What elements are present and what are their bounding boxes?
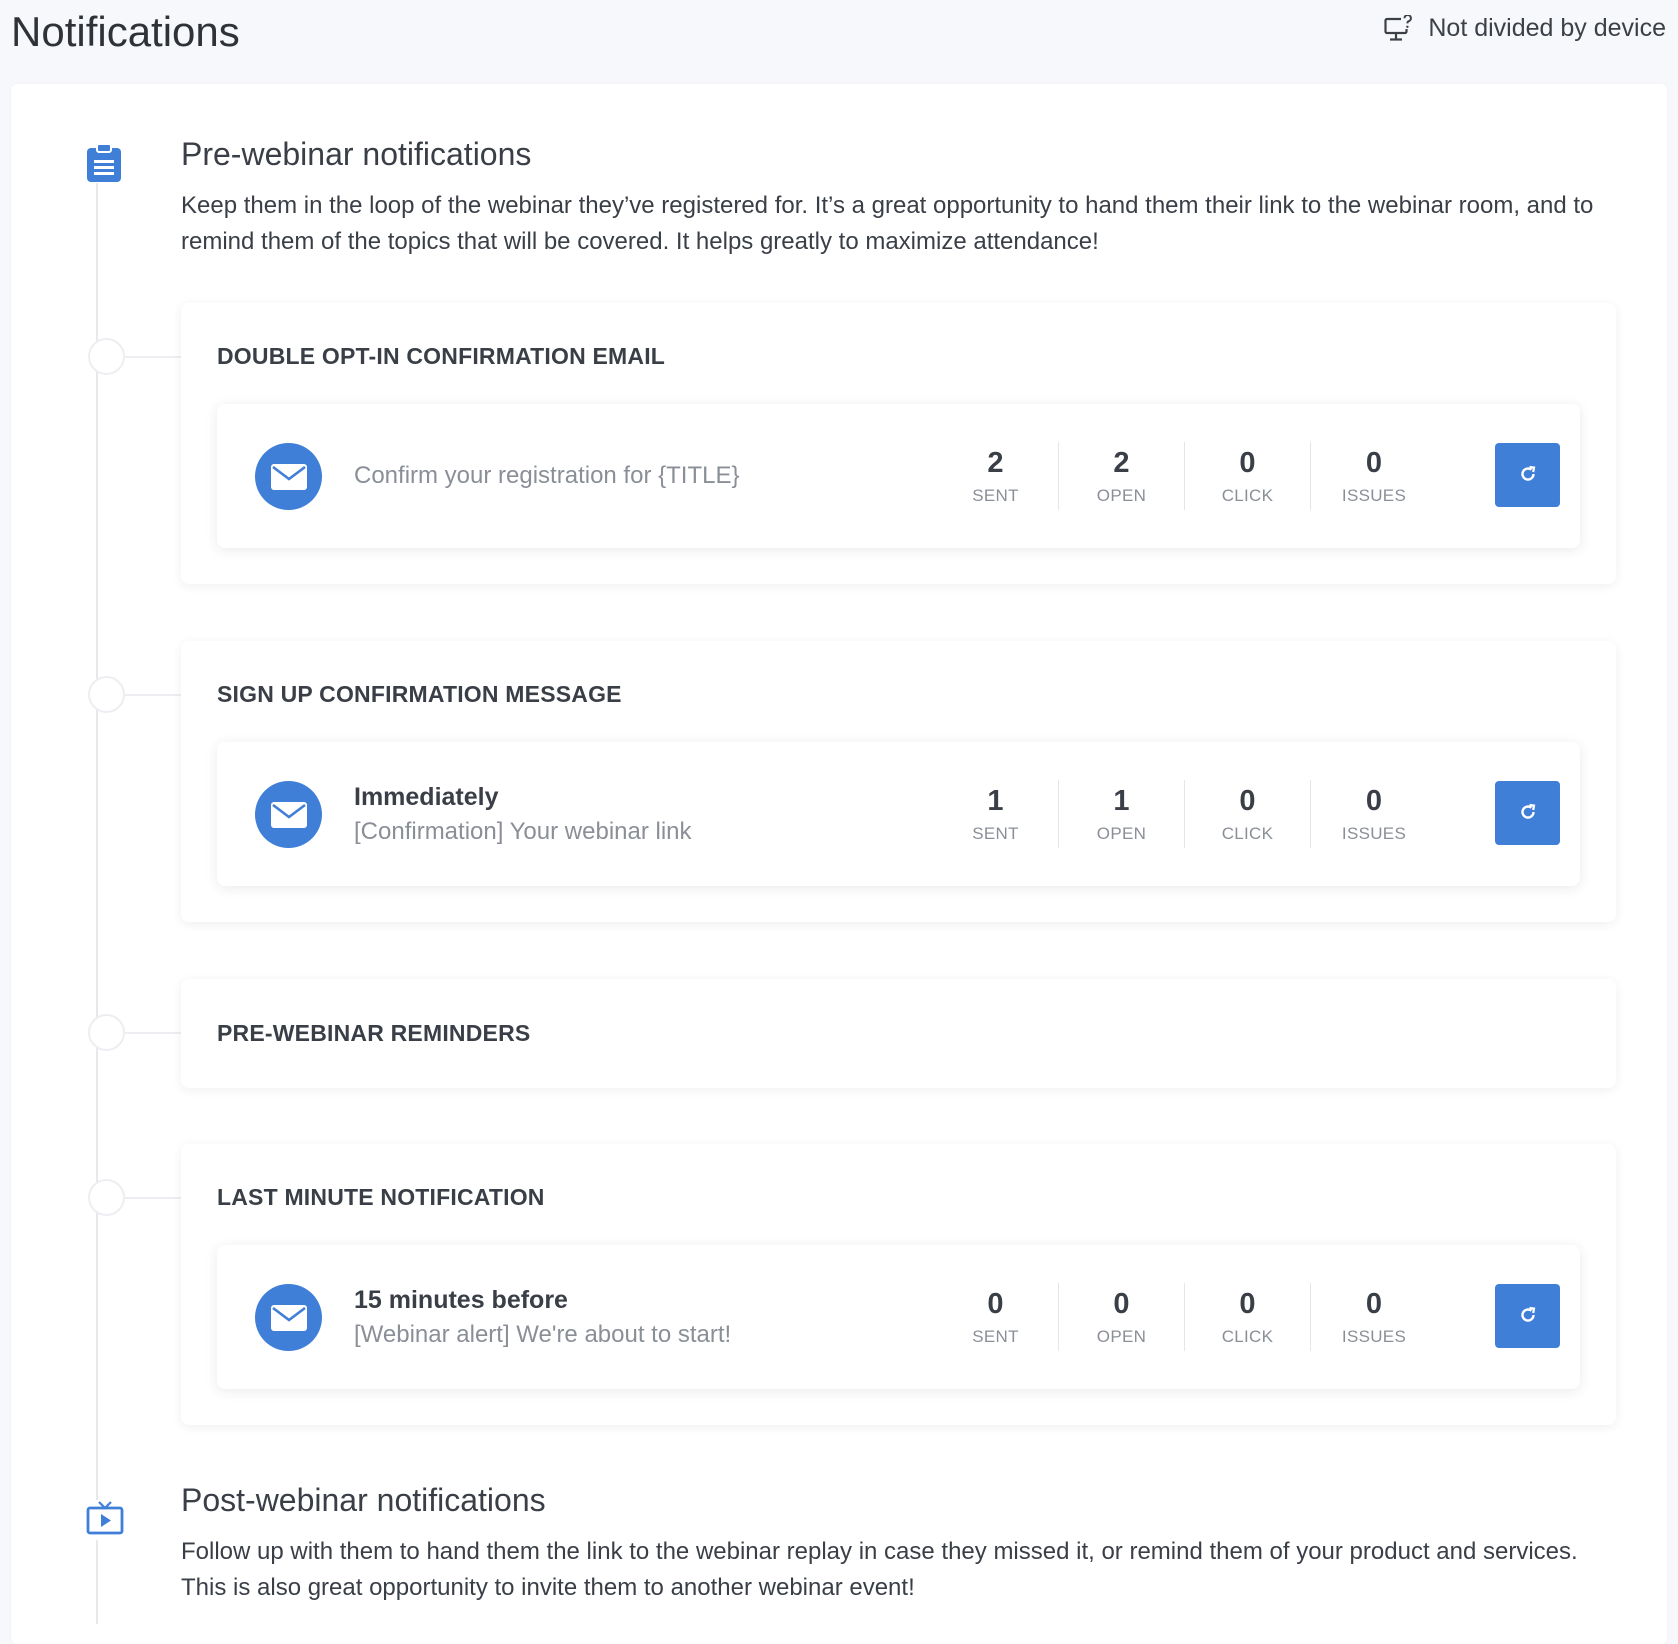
timeline-connector — [124, 694, 181, 696]
card-title: DOUBLE OPT-IN CONFIRMATION EMAIL — [217, 343, 666, 369]
refresh-icon — [1518, 464, 1538, 487]
stat-value: 0 — [1239, 1288, 1256, 1320]
stat-label: OPEN — [1096, 486, 1147, 505]
timeline-connector — [124, 1197, 181, 1199]
stat-label: CLICK — [1221, 824, 1274, 843]
last-minute-notification-card: LAST MINUTE NOTIFICATION 15 minutes befo… — [181, 1144, 1616, 1425]
send-timing: 15 minutes before — [354, 1285, 568, 1314]
notification-row[interactable]: 15 minutes before [Webinar alert] We're … — [217, 1245, 1580, 1389]
stat-value: 1 — [1113, 785, 1130, 817]
refresh-icon — [1518, 802, 1538, 825]
notification-row[interactable]: Immediately [Confirmation] Your webinar … — [217, 742, 1580, 886]
stat-click: 0 CLICK — [1185, 1283, 1311, 1351]
stat-label: OPEN — [1096, 824, 1147, 843]
stat-click: 0 CLICK — [1185, 442, 1311, 510]
stat-label: CLICK — [1221, 486, 1274, 505]
post-webinar-description: Follow up with them to hand them the lin… — [181, 1538, 1578, 1601]
stat-label: ISSUES — [1341, 1327, 1407, 1346]
sign-up-confirmation-card: SIGN UP CONFIRMATION MESSAGE Immediately… — [181, 641, 1616, 922]
stat-value: 0 — [987, 1288, 1004, 1320]
stat-value: 1 — [987, 785, 1004, 817]
card-title: PRE-WEBINAR REMINDERS — [217, 1020, 531, 1046]
timeline-connector — [124, 356, 181, 358]
tv-play-icon — [86, 1500, 126, 1540]
top-bar: Notifications Not divided by device — [0, 0, 1678, 82]
envelope-icon — [255, 443, 322, 510]
stat-label: ISSUES — [1341, 486, 1407, 505]
stat-click: 0 CLICK — [1185, 780, 1311, 848]
stat-label: SENT — [972, 824, 1019, 843]
stat-value: 2 — [1113, 447, 1130, 479]
stats-group: 1 SENT 1 OPEN 0 CLICK 0 ISSUES — [933, 780, 1437, 848]
row-text: 15 minutes before [Webinar alert] We're … — [354, 1245, 731, 1389]
stat-value: 2 — [987, 447, 1004, 479]
stat-label: CLICK — [1221, 1327, 1274, 1346]
pre-webinar-title: Pre-webinar notifications — [181, 136, 532, 172]
timeline-node — [88, 338, 125, 375]
stat-value: 0 — [1365, 1288, 1383, 1320]
envelope-icon — [255, 1284, 322, 1351]
clipboard-icon — [86, 143, 126, 183]
stat-issues: 0 ISSUES — [1311, 442, 1437, 510]
refresh-button[interactable] — [1495, 443, 1560, 507]
card-title: SIGN UP CONFIRMATION MESSAGE — [217, 681, 622, 707]
stat-label: SENT — [972, 1327, 1019, 1346]
send-timing: Immediately — [354, 782, 499, 811]
notification-row[interactable]: Confirm your registration for {TITLE} 2 S… — [217, 404, 1580, 548]
stat-value: 0 — [1239, 785, 1256, 817]
device-toggle-label: Not divided by device — [1428, 14, 1666, 42]
email-subject: Confirm your registration for {TITLE} — [354, 462, 740, 489]
stat-label: OPEN — [1096, 1327, 1147, 1346]
stats-group: 2 SENT 2 OPEN 0 CLICK 0 ISSUES — [933, 442, 1437, 510]
refresh-icon — [1518, 1305, 1538, 1328]
email-subject: [Confirmation] Your webinar link — [354, 817, 692, 845]
stat-sent: 1 SENT — [933, 780, 1059, 848]
stat-label: SENT — [972, 486, 1019, 505]
stat-open: 2 OPEN — [1059, 442, 1185, 510]
row-text: Confirm your registration for {TITLE} — [354, 404, 739, 548]
envelope-icon — [255, 781, 322, 848]
timeline-node — [88, 1179, 125, 1216]
stat-value: 0 — [1365, 785, 1383, 817]
stat-sent: 2 SENT — [933, 442, 1059, 510]
refresh-button[interactable] — [1495, 781, 1560, 845]
stat-open: 0 OPEN — [1059, 1283, 1185, 1351]
stat-open: 1 OPEN — [1059, 780, 1185, 848]
stat-label: ISSUES — [1341, 824, 1407, 843]
stat-value: 0 — [1365, 447, 1383, 479]
stats-group: 0 SENT 0 OPEN 0 CLICK 0 ISSUES — [933, 1283, 1437, 1351]
monitor-question-icon — [1384, 14, 1415, 43]
stat-sent: 0 SENT — [933, 1283, 1059, 1351]
stat-issues: 0 ISSUES — [1311, 780, 1437, 848]
page-title: Notifications — [11, 8, 240, 55]
stat-issues: 0 ISSUES — [1311, 1283, 1437, 1351]
stat-value: 0 — [1113, 1288, 1130, 1320]
row-text: Immediately [Confirmation] Your webinar … — [354, 742, 692, 886]
pre-webinar-reminders-card: PRE-WEBINAR REMINDERS — [181, 979, 1616, 1088]
card-title: LAST MINUTE NOTIFICATION — [217, 1184, 545, 1210]
double-opt-in-card: DOUBLE OPT-IN CONFIRMATION EMAIL Confirm… — [181, 303, 1616, 584]
timeline-node — [88, 1014, 125, 1051]
refresh-button[interactable] — [1495, 1284, 1560, 1348]
stat-value: 0 — [1239, 447, 1256, 479]
device-toggle[interactable]: Not divided by device — [1384, 14, 1666, 43]
timeline-node — [88, 676, 125, 713]
post-webinar-title: Post-webinar notifications — [181, 1482, 546, 1518]
email-subject: [Webinar alert] We're about to start! — [354, 1320, 732, 1348]
timeline-connector — [124, 1032, 181, 1034]
pre-webinar-description: Keep them in the loop of the webinar the… — [181, 192, 1594, 255]
